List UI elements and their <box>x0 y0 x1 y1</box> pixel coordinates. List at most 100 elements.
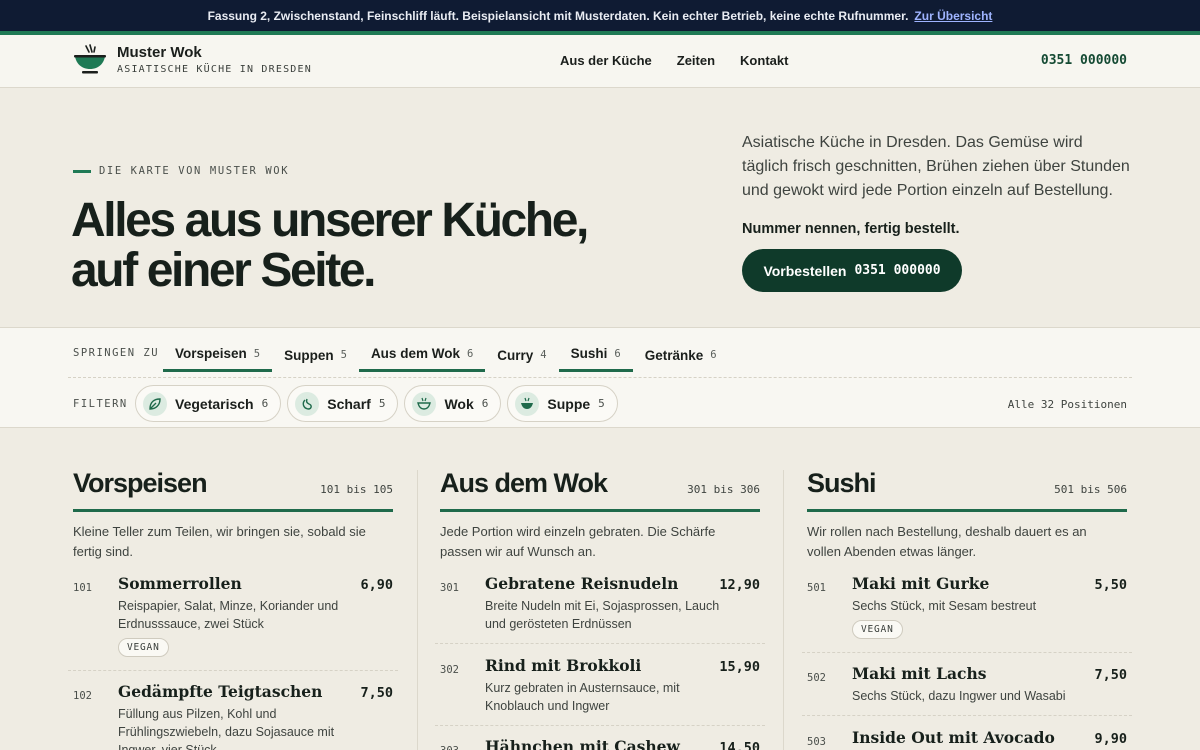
preorder-button[interactable]: Vorbestellen 0351 000000 <box>742 249 962 292</box>
item-divider <box>435 643 765 644</box>
item-price: 6,90 <box>360 577 393 593</box>
section-rule <box>807 509 1127 512</box>
vegan-badge: VEGAN <box>852 620 903 639</box>
item-description: Kurz gebraten in Austernsauce, mit Knobl… <box>485 681 680 713</box>
tab-count: 6 <box>710 349 717 361</box>
tab-count: 4 <box>540 349 547 361</box>
chip-count: 5 <box>598 397 605 410</box>
eyebrow-bar <box>73 169 91 173</box>
brand-subtitle: ASIATISCHE KÜCHE IN DRESDEN <box>117 64 312 75</box>
chip-label: Scharf <box>327 395 371 412</box>
section-title: Vorspeisen <box>73 468 208 498</box>
filter-chip-wok[interactable]: Wok 6 <box>404 385 502 422</box>
item-divider <box>68 670 398 671</box>
item-description: Sechs Stück, mit Sesam bestreut <box>852 599 1037 613</box>
tab-vorspeisen[interactable]: Vorspeisen 5 <box>163 338 273 372</box>
preorder-label: Vorbestellen <box>763 262 847 279</box>
preorder-number: 0351 000000 <box>854 263 941 278</box>
tab-getraenke[interactable]: Getränke 6 <box>633 338 729 372</box>
filter-chip-suppe[interactable]: Suppe 5 <box>507 385 618 422</box>
item-price: 7,50 <box>1094 667 1127 683</box>
nav-item-kontakt[interactable]: Kontakt <box>740 53 788 68</box>
wok-bowl-logo-icon[interactable] <box>73 43 107 77</box>
item-number: 101 <box>73 582 92 594</box>
brand-name[interactable]: Muster Wok <box>117 44 202 61</box>
chip-count: 5 <box>378 397 386 410</box>
eyebrow-text: DIE KARTE VON MUSTER WOK <box>99 165 290 177</box>
hero-callout: Nummer nennen, fertig bestellt. <box>742 221 960 237</box>
filter-chips: Vegetarisch 6 Scharf 5 Wok 6 Suppe 5 <box>135 385 618 422</box>
item-name: Gedämpfte Teigtaschen <box>118 682 323 701</box>
chip-count: 6 <box>481 397 489 410</box>
category-tabs: Vorspeisen 5 Suppen 5 Aus dem Wok 6 Curry 4 … <box>163 338 729 372</box>
page-title: Alles aus unserer Küche, auf einer Seite… <box>71 194 589 297</box>
chip-count: 6 <box>261 397 269 410</box>
section-range: 101 bis 105 <box>320 483 393 496</box>
preview-banner: Fassung 2, Zwischenstand, Feinschliff lä… <box>0 0 1200 35</box>
main-nav: Aus der Küche Zeiten Kontakt <box>560 53 788 68</box>
chip-label: Wok <box>444 395 474 412</box>
item-price: 7,50 <box>360 685 393 701</box>
item-description: Sechs Stück, dazu Ingwer und Wasabi <box>852 689 1066 703</box>
item-price: 9,90 <box>1094 731 1127 747</box>
overview-link[interactable]: Zur Übersicht <box>914 9 992 23</box>
bar-divider <box>68 377 1132 378</box>
nav-item-kueche[interactable]: Aus der Küche <box>560 53 652 68</box>
item-number: 503 <box>807 736 826 748</box>
tab-aus-dem-wok[interactable]: Aus dem Wok 6 <box>358 338 486 372</box>
item-number: 102 <box>73 690 92 702</box>
tab-count: 6 <box>466 347 474 360</box>
chip-label: Suppe <box>547 395 591 412</box>
item-name: Sommerrollen <box>118 574 242 593</box>
menu-columns: Vorspeisen 101 bis 105 Kleine Teller zum… <box>0 428 1200 750</box>
tab-count: 5 <box>340 349 347 361</box>
hero-eyebrow: DIE KARTE VON MUSTER WOK <box>73 165 289 177</box>
leaf-icon <box>143 391 167 416</box>
all-positions-count: Alle 32 Positionen <box>1007 398 1127 411</box>
filter-chip-scharf[interactable]: Scharf 5 <box>287 385 399 422</box>
item-name: Maki mit Lachs <box>852 664 987 683</box>
item-number: 303 <box>440 745 459 750</box>
section-title: Aus dem Wok <box>440 468 608 498</box>
section-rule <box>440 509 760 512</box>
tab-label: Aus dem Wok <box>370 346 460 361</box>
item-number: 502 <box>807 672 826 684</box>
item-price: 15,90 <box>719 659 760 675</box>
chili-icon <box>295 391 320 416</box>
tab-curry[interactable]: Curry 4 <box>485 338 558 372</box>
column-divider <box>417 470 418 750</box>
site-header: Muster Wok ASIATISCHE KÜCHE IN DRESDEN A… <box>0 35 1200 88</box>
tab-label: Curry <box>497 347 534 363</box>
menu-section-sushi: Sushi 501 bis 506 Wir rollen nach Bestel… <box>802 428 1132 750</box>
tab-count: 5 <box>253 347 261 360</box>
hero-section: DIE KARTE VON MUSTER WOK Alles aus unser… <box>0 88 1200 327</box>
hero-description: Asiatische Küche in Dresden. Das Gemüse … <box>742 134 1130 199</box>
banner-text: Fassung 2, Zwischenstand, Feinschliff lä… <box>207 8 909 23</box>
tab-sushi[interactable]: Sushi 6 <box>558 338 633 372</box>
tab-suppen[interactable]: Suppen 5 <box>272 338 359 372</box>
item-description: Breite Nudeln mit Ei, Sojasprossen, Lauc… <box>485 599 720 631</box>
item-name: Inside Out mit Avocado <box>852 728 1055 747</box>
nav-item-zeiten[interactable]: Zeiten <box>677 53 715 68</box>
jump-label: SPRINGEN ZU <box>73 347 160 359</box>
item-number: 302 <box>440 664 459 676</box>
item-price: 14,50 <box>719 740 760 750</box>
item-description: Füllung aus Pilzen, Kohl und Frühlingszw… <box>118 707 335 750</box>
section-rule <box>73 509 393 512</box>
item-name: Hähnchen mit Cashew <box>485 737 680 750</box>
column-divider <box>783 470 784 750</box>
header-phone-link[interactable]: 0351 000000 <box>1041 53 1127 68</box>
item-divider <box>435 725 765 726</box>
filter-chip-vegetarisch[interactable]: Vegetarisch 6 <box>135 385 282 422</box>
item-price: 5,50 <box>1094 577 1127 593</box>
section-intro: Jede Portion wird einzeln gebraten. Die … <box>440 524 716 559</box>
section-range: 501 bis 506 <box>1054 483 1127 496</box>
item-price: 12,90 <box>719 577 760 593</box>
item-number: 501 <box>807 582 826 594</box>
chip-label: Vegetarisch <box>175 395 254 412</box>
section-intro: Kleine Teller zum Teilen, wir bringen si… <box>73 524 366 559</box>
menu-navigation-bar: SPRINGEN ZU Vorspeisen 5 Suppen 5 Aus dem … <box>0 327 1200 428</box>
menu-section-aus-dem-wok: Aus dem Wok 301 bis 306 Jede Portion wir… <box>435 428 765 750</box>
tab-label: Sushi <box>570 346 608 361</box>
section-title: Sushi <box>807 468 877 498</box>
